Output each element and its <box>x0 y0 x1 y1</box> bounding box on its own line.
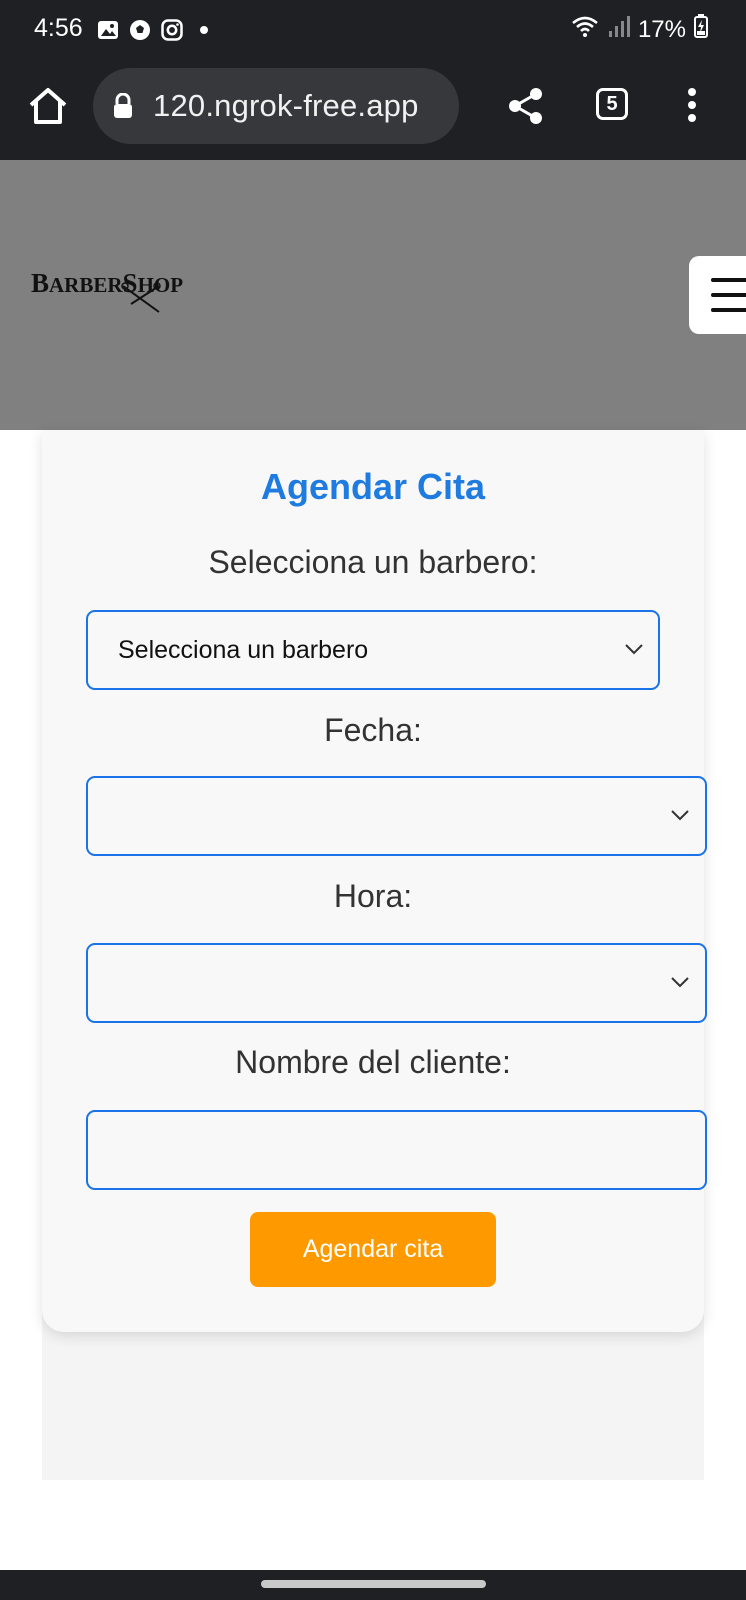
form-title: Agendar Cita <box>260 466 486 507</box>
agendar-cita-button[interactable]: Agendar cita <box>250 1212 496 1287</box>
home-icon[interactable] <box>26 84 70 128</box>
gallery-icon <box>96 18 120 42</box>
system-nav-bar <box>0 1570 746 1600</box>
barber-select[interactable]: Selecciona un barbero <box>86 610 660 690</box>
date-field[interactable] <box>86 776 707 856</box>
address-bar[interactable]: 120.ngrok-free.app <box>93 68 459 144</box>
hamburger-menu-button[interactable] <box>689 256 746 334</box>
barber-select-value: Selecciona un barbero <box>118 636 369 664</box>
client-name-input[interactable] <box>86 1110 707 1190</box>
client-name-label: Nombre del cliente: <box>235 1044 511 1080</box>
tab-switcher-icon[interactable]: 5 <box>596 88 628 120</box>
status-icons-right: 17% <box>570 14 708 45</box>
chevron-down-icon <box>671 810 689 821</box>
status-bar: 4:56 17% <box>0 0 746 62</box>
gesture-handle[interactable] <box>261 1580 486 1588</box>
barber-label: Selecciona un barbero: <box>208 544 538 580</box>
url-text: 120.ngrok-free.app <box>153 88 419 123</box>
site-header: BARBERSHOP <box>0 160 746 430</box>
wifi-icon <box>570 14 600 45</box>
time-select[interactable] <box>86 943 707 1023</box>
lock-icon <box>113 92 133 119</box>
status-icons-left <box>96 18 208 42</box>
svg-text:BARBERSHOP: BARBERSHOP <box>31 268 183 298</box>
hamburger-icon <box>711 278 746 282</box>
battery-text: 17% <box>637 15 686 43</box>
notification-dot <box>200 26 208 34</box>
chevron-down-icon <box>625 644 643 655</box>
instagram-icon <box>160 18 184 42</box>
date-label: Fecha: <box>324 712 422 748</box>
barbershop-logo[interactable]: BARBERSHOP <box>31 264 231 314</box>
more-menu-icon[interactable] <box>684 88 700 128</box>
chevron-down-icon <box>671 977 689 988</box>
browser-chrome: 4:56 17% 120.ngrok-free.app 5 <box>0 0 746 160</box>
status-time: 4:56 <box>34 14 83 42</box>
soccer-ball-icon <box>128 18 152 42</box>
address-bar-row: 120.ngrok-free.app 5 <box>0 62 746 160</box>
share-icon[interactable] <box>506 86 546 126</box>
signal-icon <box>608 14 630 45</box>
battery-charging-icon <box>694 14 708 45</box>
time-label: Hora: <box>333 878 413 914</box>
appointment-form-card: Agendar Cita Selecciona un barbero: Sele… <box>42 430 707 1332</box>
